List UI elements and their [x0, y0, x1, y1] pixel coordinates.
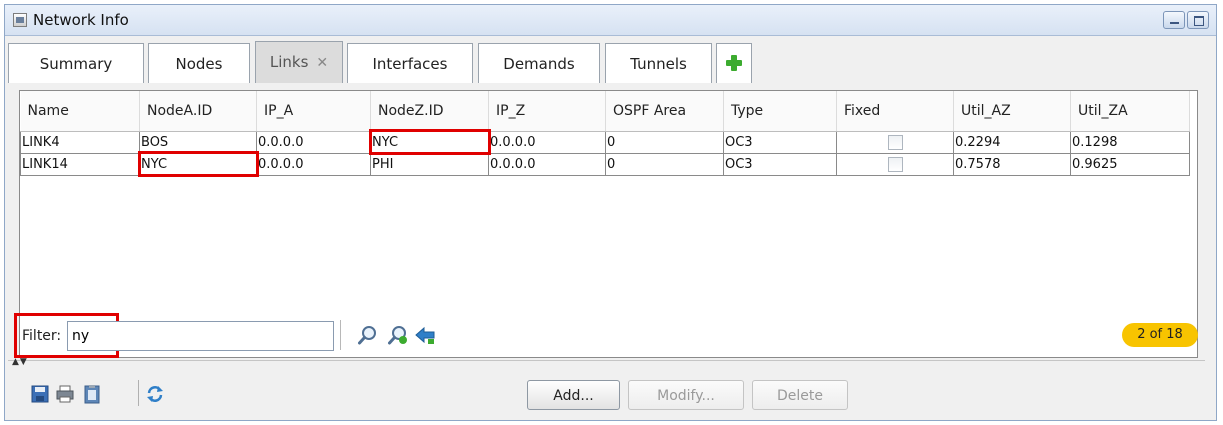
column-header-name[interactable]: Name: [20, 91, 140, 132]
cell-nodea-id[interactable]: BOS: [139, 130, 257, 154]
tab-demands[interactable]: Demands: [478, 43, 600, 83]
window-app-icon: [13, 13, 27, 27]
toolbar-divider: [138, 380, 139, 406]
zoom-to-icon[interactable]: [387, 324, 409, 346]
cell-util-az[interactable]: 0.2294: [953, 130, 1071, 154]
cell-name[interactable]: LINK4: [20, 130, 140, 154]
cell-nodea-id[interactable]: NYC: [137, 151, 259, 177]
delete-button[interactable]: Delete: [752, 380, 848, 410]
add-button[interactable]: Add...: [527, 380, 620, 410]
tab-tunnels[interactable]: Tunnels: [605, 43, 712, 83]
tab-links[interactable]: Links ✕: [255, 41, 343, 83]
tab-summary[interactable]: Summary: [8, 43, 144, 83]
cell-nodez-id[interactable]: NYC: [368, 129, 491, 155]
print-icon[interactable]: [56, 384, 74, 404]
cell-fixed: [836, 152, 954, 176]
table-header-row: Name NodeA.ID IP_A NodeZ.ID IP_Z OSPF Ar…: [20, 91, 1190, 132]
column-header-ip-z[interactable]: IP_Z: [488, 91, 606, 132]
cell-ospf-area[interactable]: 0: [605, 130, 724, 154]
cell-util-za[interactable]: 0.1298: [1070, 130, 1190, 154]
column-header-nodez-id[interactable]: NodeZ.ID: [370, 91, 489, 132]
column-header-type[interactable]: Type: [723, 91, 837, 132]
fixed-checkbox[interactable]: [887, 156, 903, 172]
toolbar-divider: [340, 320, 341, 350]
refresh-icon[interactable]: [146, 384, 164, 404]
column-header-ospf-area[interactable]: OSPF Area: [605, 91, 724, 132]
filter-count-badge: 2 of 18: [1122, 323, 1198, 347]
cell-util-az[interactable]: 0.7578: [953, 152, 1071, 176]
fixed-checkbox[interactable]: [887, 134, 903, 150]
splitter-arrows-icon[interactable]: ▲▼: [12, 357, 28, 367]
cell-name[interactable]: LINK14: [20, 152, 140, 176]
column-header-util-az[interactable]: Util_AZ: [953, 91, 1071, 132]
cell-ip-z[interactable]: 0.0.0.0: [488, 152, 606, 176]
table-row[interactable]: LINK4 BOS 0.0.0.0 NYC 0.0.0.0 0 OC3 0.22…: [20, 129, 1190, 155]
back-arrow-icon[interactable]: [414, 324, 436, 346]
cell-nodez-id[interactable]: PHI: [370, 152, 489, 176]
cell-ip-a[interactable]: 0.0.0.0: [256, 130, 371, 154]
title-bar: Network Info: [5, 5, 1216, 36]
filter-input[interactable]: [67, 321, 334, 351]
table-row[interactable]: LINK14 NYC 0.0.0.0 PHI 0.0.0.0 0 OC3 0.7…: [20, 151, 1190, 177]
search-icon[interactable]: [357, 324, 379, 346]
restore-button[interactable]: [1187, 11, 1209, 29]
splitter-bar[interactable]: [8, 360, 1205, 367]
links-table-frame: Name NodeA.ID IP_A NodeZ.ID IP_Z OSPF Ar…: [19, 90, 1198, 358]
modify-button[interactable]: Modify...: [628, 380, 744, 410]
clipboard-icon[interactable]: [83, 384, 101, 404]
cell-ip-z[interactable]: 0.0.0.0: [488, 130, 606, 154]
add-tab-button[interactable]: [716, 43, 752, 83]
cell-type[interactable]: OC3: [723, 152, 837, 176]
column-header-util-za[interactable]: Util_ZA: [1070, 91, 1190, 132]
cell-type[interactable]: OC3: [723, 130, 837, 154]
tab-close-icon[interactable]: ✕: [316, 55, 328, 71]
window-title: Network Info: [33, 11, 129, 29]
cell-util-za[interactable]: 0.9625: [1070, 152, 1190, 176]
column-header-nodea-id[interactable]: NodeA.ID: [139, 91, 257, 132]
minimize-button[interactable]: [1163, 11, 1185, 29]
column-header-fixed[interactable]: Fixed: [836, 91, 954, 132]
tab-interfaces[interactable]: Interfaces: [347, 43, 473, 83]
filter-label: Filter:: [22, 328, 62, 344]
plus-icon: [726, 55, 742, 71]
cell-ip-a[interactable]: 0.0.0.0: [256, 152, 371, 176]
column-header-ip-a[interactable]: IP_A: [256, 91, 371, 132]
cell-fixed: [836, 130, 954, 154]
links-table: Name NodeA.ID IP_A NodeZ.ID IP_Z OSPF Ar…: [20, 91, 1190, 177]
tab-nodes[interactable]: Nodes: [148, 43, 250, 83]
save-icon[interactable]: [31, 384, 49, 404]
cell-ospf-area[interactable]: 0: [605, 152, 724, 176]
